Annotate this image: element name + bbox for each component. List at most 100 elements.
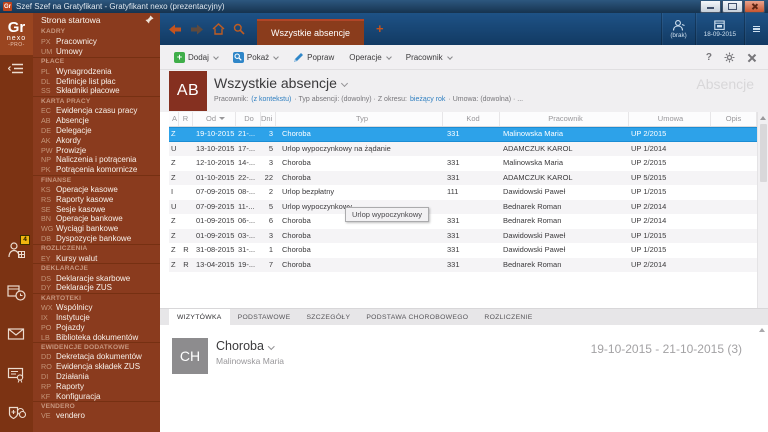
sidebar-item-umowy[interactable]: UM Umowy	[33, 47, 160, 57]
schedule-strip-button[interactable]	[7, 283, 27, 303]
sidebar-item-strona-startowa[interactable]: Strona startowa	[33, 13, 160, 26]
table-row[interactable]: I 07-09-2015 08-... 2 Urlop bezpłatny 111 Dawi…	[169, 185, 757, 200]
sidebar-item-dekretacja-dokumentów[interactable]: DD Dekretacja dokumentów	[33, 352, 160, 362]
gear-button[interactable]	[724, 52, 735, 63]
forward-button[interactable]	[190, 24, 204, 35]
sidebar-item-deklaracje-skarbowe[interactable]: DS Deklaracje skarbowe	[33, 273, 160, 283]
pin-icon[interactable]	[145, 15, 154, 24]
add-button[interactable]: + Dodaj	[174, 51, 219, 63]
column-header-od[interactable]: Od	[193, 112, 236, 126]
home-button[interactable]	[212, 23, 225, 35]
sidebar-item-instytucje[interactable]: IX Instytucje	[33, 312, 160, 322]
table-row[interactable]: Z 01-10-2015 22-... 22 Choroba 331 ADAMCZUK KA…	[169, 170, 757, 185]
sidebar-item-wspólnicy[interactable]: WX Wspólnicy	[33, 303, 160, 313]
table-row[interactable]: U 13-10-2015 17-... 5 Urlop wypoczynkowy na …	[169, 141, 757, 157]
column-header-typ[interactable]: Typ	[276, 112, 443, 126]
sidebar-item-pojazdy[interactable]: PO Pojazdy	[33, 322, 160, 332]
sidebar-item-code: BN	[41, 214, 51, 224]
sidebar-item-biblioteka-dokumentów[interactable]: LB Biblioteka dokumentów	[33, 332, 160, 342]
close-view-button[interactable]	[747, 53, 756, 62]
cell-a: U	[171, 201, 177, 211]
sidebar-item-operacje-kasowe[interactable]: KS Operacje kasowe	[33, 185, 160, 195]
sidebar-item-delegacje[interactable]: DE Delegacje	[33, 125, 160, 135]
table-row[interactable]: Z 12-10-2015 14-... 3 Choroba 331 Malinowska M…	[169, 156, 757, 171]
sidebar-item-raporty-kasowe[interactable]: RS Raporty kasowe	[33, 194, 160, 204]
table-scrollbar[interactable]	[757, 112, 768, 308]
collapse-menu-button[interactable]	[0, 55, 33, 81]
column-header-pracownik[interactable]: Pracownik	[500, 112, 629, 126]
sidebar-item-wynagrodzenia[interactable]: PL Wynagrodzenia	[33, 66, 160, 76]
sidebar-item-akordy[interactable]: AK Akordy	[33, 135, 160, 145]
sidebar-item-raporty[interactable]: RP Raporty	[33, 381, 160, 391]
sidebar-item-deklaracje-zus[interactable]: DY Deklaracje ZUS	[33, 283, 160, 293]
column-header-do[interactable]: Do	[236, 112, 261, 126]
minimize-button[interactable]	[700, 0, 721, 13]
column-header-a[interactable]: A	[169, 112, 179, 126]
operations-button[interactable]: Operacje	[349, 53, 392, 62]
help-button[interactable]: ?	[706, 52, 712, 63]
insurance-strip-button[interactable]	[7, 403, 27, 423]
filter-label: Pracownik:	[214, 96, 249, 103]
sidebar-item-działania[interactable]: DI Działania	[33, 372, 160, 382]
mail-strip-button[interactable]	[7, 325, 27, 345]
close-window-button[interactable]	[744, 0, 765, 13]
sidebar-item-dyspozycje-bankowe[interactable]: DB Dyspozycje bankowe	[33, 234, 160, 244]
type-chevron-icon[interactable]	[268, 342, 275, 350]
cell-dni: 5	[268, 201, 273, 211]
search-button[interactable]	[233, 23, 245, 35]
sidebar-item-ewidencja-składek-zus[interactable]: RO Ewidencja składek ZUS	[33, 362, 160, 372]
table-row[interactable]: Z 19-10-2015 21-... 3 Choroba 331 Malinowska M…	[169, 127, 757, 142]
column-header-opis[interactable]: Opis	[711, 112, 757, 126]
table-row[interactable]: U 07-09-2015 11-... 5 Urlop wypoczynkowy Bedn…	[169, 199, 757, 214]
tab-wizytówka[interactable]: WIZYTÓWKA	[169, 309, 230, 325]
sidebar-item-konfiguracja[interactable]: KF Konfiguracja	[33, 391, 160, 401]
certificates-strip-button[interactable]	[7, 365, 27, 385]
sidebar-item-potrącenia-komornicze[interactable]: PK Potrącenia komornicze	[33, 165, 160, 175]
column-header-dni[interactable]: Dni	[261, 112, 276, 126]
sidebar-item-naliczenia-i-potrącenia[interactable]: NP Naliczenia i potrącenia	[33, 155, 160, 165]
cell-od: 01-09-2015	[196, 216, 235, 225]
column-header-kod[interactable]: Kod	[443, 112, 500, 126]
sidebar-item-pracownicy[interactable]: PX Pracownicy	[33, 37, 160, 47]
title-chevron-icon[interactable]	[340, 79, 348, 87]
tab-podstawa-chorobowego[interactable]: PODSTAWA CHOROBOWEGO	[358, 309, 476, 325]
show-button[interactable]: Pokaż	[232, 51, 279, 63]
sidebar-item-prowizje[interactable]: PW Prowizje	[33, 145, 160, 155]
sidebar-item-ewidencja-czasu-pracy[interactable]: EC Ewidencja czasu pracy	[33, 106, 160, 116]
sidebar-item-operacje-bankowe[interactable]: BN Operacje bankowe	[33, 214, 160, 224]
user-menu[interactable]: (brak)	[661, 13, 694, 45]
table-row[interactable]: Z R 31-08-2015 31-... 1 Choroba 331 Dawidowski …	[169, 243, 757, 258]
employees-strip-button[interactable]: 4	[7, 235, 30, 261]
sidebar-item-definicje-list-płac[interactable]: DL Definicje list płac	[33, 76, 160, 86]
new-tab-button[interactable]: +	[376, 22, 384, 35]
cell-opis	[711, 142, 757, 157]
filter-value-link[interactable]: bieżący rok	[410, 96, 445, 103]
sidebar-item-vendero[interactable]: VE vendero	[33, 411, 160, 421]
employee-button[interactable]: Pracownik	[406, 53, 453, 62]
date-menu[interactable]: 18-09-2015	[694, 13, 744, 45]
more-menu-button[interactable]	[744, 13, 768, 45]
sidebar-item-kursy-walut[interactable]: EY Kursy walut	[33, 253, 160, 263]
tab-podstawowe[interactable]: PODSTAWOWE	[230, 309, 299, 325]
sidebar-item-wyciągi-bankowe[interactable]: WG Wyciągi bankowe	[33, 224, 160, 234]
tab-szczegóły[interactable]: SZCZEGÓŁY	[298, 309, 358, 325]
sidebar-item-code: LB	[41, 332, 50, 342]
sidebar-item-składniki-płacowe[interactable]: SS Składniki płacowe	[33, 86, 160, 96]
table-row[interactable]: Z R 13-04-2015 19-... 7 Choroba 331 Bednarek Ro…	[169, 257, 757, 272]
table-row[interactable]: Z 01-09-2015 03-... 3 Choroba 331 Dawidowski P…	[169, 228, 757, 243]
column-header-label: Umowa	[657, 114, 684, 123]
column-header-umowa[interactable]: Umowa	[629, 112, 711, 126]
scroll-up-icon[interactable]	[760, 116, 766, 120]
sidebar-item-sesje-kasowe[interactable]: SE Sesje kasowe	[33, 204, 160, 214]
tab-wszystkie-absencje[interactable]: Wszystkie absencje	[257, 19, 365, 45]
table-row[interactable]: Z 01-09-2015 06-... 6 Choroba 331 Bednarek Rom…	[169, 214, 757, 229]
back-button[interactable]	[168, 24, 182, 35]
sidebar-item-absencje[interactable]: AB Absencje	[33, 116, 160, 126]
maximize-button[interactable]	[722, 0, 743, 13]
tab-rozliczenie[interactable]: ROZLICZENIE	[476, 309, 540, 325]
details-scroll-up-icon[interactable]	[759, 328, 765, 332]
column-header-r[interactable]: R	[179, 112, 193, 126]
scrollbar-thumb[interactable]	[759, 124, 767, 182]
filter-value-link[interactable]: (z kontekstu)	[251, 96, 291, 103]
edit-button[interactable]: Popraw	[293, 52, 334, 63]
